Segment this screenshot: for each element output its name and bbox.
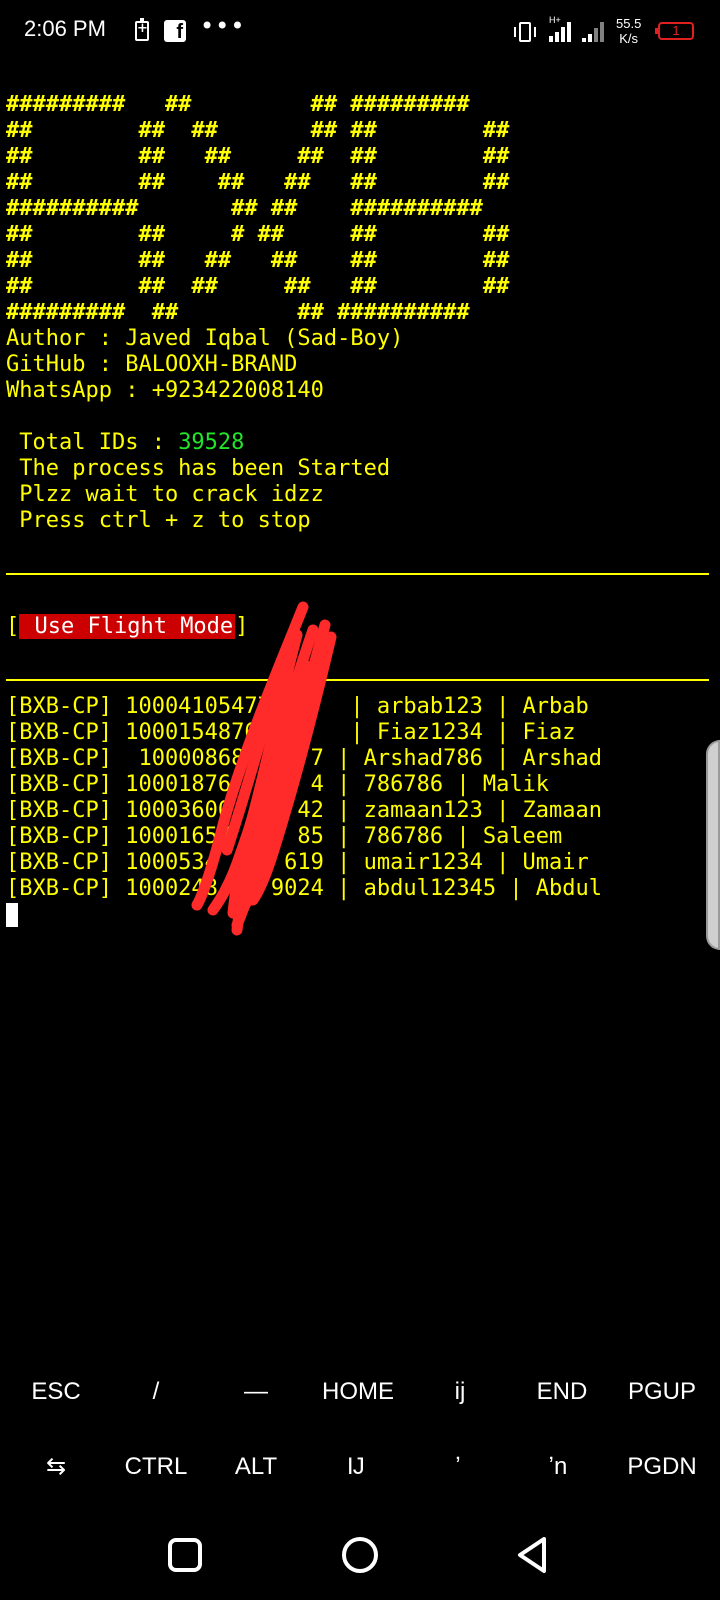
whatsapp-line: WhatsApp : +923422008140 <box>6 378 324 403</box>
extra-keys-bar: ESC / — HOME ij END PGUP ⇆ CTRL ALT Ĳ ʼ … <box>0 1355 720 1505</box>
banner-line: ## ## # ## ## ## <box>6 222 510 247</box>
battery-low-icon: 1 <box>655 22 694 40</box>
prompt-line <box>6 902 714 928</box>
signal-sim1-icon <box>549 20 575 42</box>
result-line: [BXB-CP] 1000534 619 | umair1234 | Umair <box>6 850 589 875</box>
key-right[interactable]: ʼn <box>508 1430 608 1504</box>
banner-line: ## ## ## ## ## ## <box>6 274 510 299</box>
key-end[interactable]: END <box>512 1355 612 1429</box>
signal-sim2-icon <box>582 20 608 42</box>
key-home[interactable]: HOME <box>308 1355 408 1429</box>
process-started-line: The process has been Started <box>6 456 391 481</box>
banner-line: ## ## ## ## ## ## <box>6 118 510 143</box>
result-line: [BXB-CP] 10004105477 | arbab123 | Arbab <box>6 694 589 719</box>
key-pgdn[interactable]: PGDN <box>612 1430 712 1504</box>
key-dash[interactable]: — <box>206 1355 306 1429</box>
total-ids-label: Total IDs : <box>6 430 179 455</box>
key-slash[interactable]: / <box>106 1355 206 1429</box>
battery-saver-icon: + <box>135 18 149 41</box>
banner-line: ########## ## ## ########## <box>6 196 483 221</box>
key-up[interactable]: ij <box>410 1355 510 1429</box>
total-ids-value: 39528 <box>178 430 245 455</box>
banner-line: ## ## ## ## ## ## <box>6 170 510 195</box>
github-line: GitHub : BALOOXH-BRAND <box>6 352 298 377</box>
result-line: [BXB-CP] 10001657 85 | 786786 | Saleem <box>6 824 563 849</box>
total-ids-line: Total IDs : 39528 <box>6 430 714 456</box>
key-esc[interactable]: ESC <box>6 1355 106 1429</box>
triangle-back-icon[interactable] <box>508 1530 558 1580</box>
status-time: 2:06 PM <box>24 16 106 41</box>
result-line: [BXB-CP] 10001548763 | Fiaz1234 | Fiaz <box>6 720 576 745</box>
edge-panel-handle[interactable] <box>706 740 720 950</box>
result-line: [BXB-CP] 10003600 42 | zamaan123 | Zamaa… <box>6 798 603 823</box>
key-pgup[interactable]: PGUP <box>612 1355 712 1429</box>
stop-hint-line: Press ctrl + z to stop <box>6 508 311 533</box>
author-line: Author : Javed Iqbal (Sad-Boy) <box>6 326 404 351</box>
flight-mode-line: [ Use Flight Mode] <box>6 614 249 639</box>
more-notifications-icon: ••• <box>200 12 246 40</box>
flight-mode-badge: Use Flight Mode <box>19 614 236 639</box>
result-line: [BXB-CP] 10000868 7 | Arshad786 | Arshad <box>6 746 603 771</box>
wait-line: Plzz wait to crack idzz <box>6 482 324 507</box>
terminal-cursor <box>6 903 18 927</box>
vibrate-icon <box>514 22 536 42</box>
navigation-bar <box>0 1510 720 1600</box>
banner-line: ## ## ## ## ## ## <box>6 248 510 273</box>
key-down[interactable]: ʼ <box>408 1430 508 1504</box>
terminal-output[interactable]: ######### ## ## ######### ## ## ## ## ##… <box>6 92 714 928</box>
result-line: [BXB-CP] 1000248 9024 | abdul12345 | Abd… <box>6 876 603 901</box>
network-speed: 55.5 K/s <box>616 16 642 46</box>
facebook-icon: f <box>164 20 186 43</box>
key-tab[interactable]: ⇆ <box>6 1430 106 1504</box>
banner-line: ######### ## ## ########## <box>6 300 470 325</box>
banner-line: ## ## ## ## ## ## <box>6 144 510 169</box>
key-left[interactable]: Ĳ <box>306 1430 406 1504</box>
circle-icon[interactable] <box>335 1530 385 1580</box>
square-icon[interactable] <box>160 1530 210 1580</box>
key-alt[interactable]: ALT <box>206 1430 306 1504</box>
status-bar: 2:06 PM + f ••• H+ 55.5 K/s 1 <box>0 0 720 64</box>
result-line: [BXB-CP] 10001876 4 | 786786 | Malik <box>6 772 550 797</box>
key-ctrl[interactable]: CTRL <box>106 1430 206 1504</box>
banner-line: ######### ## ## ######### <box>6 92 470 117</box>
